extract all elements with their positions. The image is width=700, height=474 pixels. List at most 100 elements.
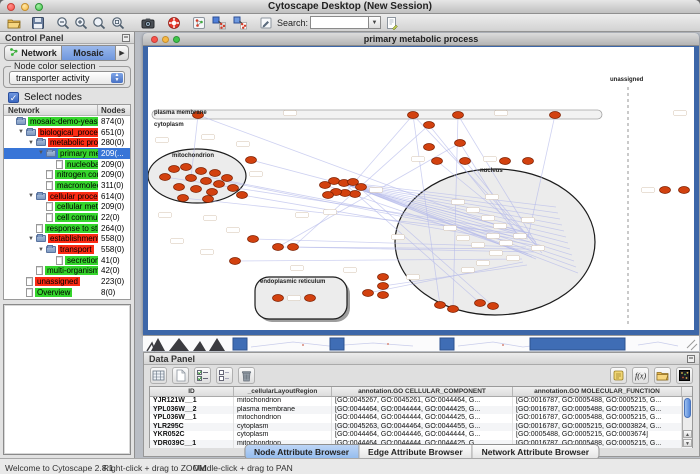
table-cell[interactable]: YDR039C__1 <box>150 440 234 449</box>
scroll-down-icon[interactable]: ▼ <box>683 439 692 447</box>
table-cell[interactable]: mitochondrion <box>234 414 332 423</box>
node-color-combo[interactable]: transporter activity ▲▼ <box>9 71 125 85</box>
more-tabs-arrow-icon[interactable]: ▶ <box>116 45 129 61</box>
column-header-region[interactable]: _cellularLayoutRegion <box>234 387 332 396</box>
network-node[interactable] <box>230 258 241 265</box>
network-node[interactable] <box>181 164 192 171</box>
select-attributes-icon[interactable] <box>194 367 211 384</box>
table-cell[interactable]: [GO:0045263, GO:0044464, GO:0044455, G..… <box>332 423 513 432</box>
table-cell[interactable]: YKR052C <box>150 431 234 440</box>
tab-network[interactable]: Network <box>4 45 62 61</box>
network-node[interactable] <box>201 178 212 185</box>
network-node[interactable] <box>453 112 464 119</box>
table-cell[interactable]: [GO:0016787, GO:0005215, GO:0003824, G..… <box>513 423 682 432</box>
network-node[interactable] <box>246 157 257 164</box>
tree-row[interactable]: secretion41(0) <box>4 255 130 266</box>
background-windows-strip[interactable] <box>143 335 699 351</box>
network-node[interactable] <box>550 112 561 119</box>
network-node[interactable] <box>214 181 225 188</box>
attribute-table-row[interactable]: YPL036W__2plasma membrane[GO:0044464, GO… <box>150 406 692 415</box>
tree-row[interactable]: mosaic-demo-yeast874(0) <box>4 116 130 127</box>
unselect-attributes-icon[interactable] <box>216 367 233 384</box>
tree-row[interactable]: ▼primary metabo209(... <box>4 148 130 159</box>
network-node[interactable] <box>222 175 233 182</box>
tree-row[interactable]: Overview8(0) <box>4 287 130 298</box>
column-header-id[interactable]: ID <box>150 387 234 396</box>
network-node[interactable] <box>500 158 511 165</box>
network-node[interactable] <box>378 292 389 299</box>
import-attributes-icon[interactable] <box>654 367 671 384</box>
zoom-fit-icon[interactable] <box>91 15 107 31</box>
tab-edge-attribute-browser[interactable]: Edge Attribute Browser <box>359 445 473 459</box>
table-cell[interactable]: [GO:0044464, GO:0044444, GO:0044425, G..… <box>332 406 513 415</box>
snapshot-camera-icon[interactable] <box>140 15 156 31</box>
column-header-cellular-component[interactable]: annotation.GO CELLULAR_COMPONENT <box>332 387 513 396</box>
expand-arrow-icon[interactable]: ▼ <box>38 149 46 157</box>
tree-row[interactable]: ▼biological_process651(0) <box>4 127 130 138</box>
network-node[interactable] <box>424 122 435 129</box>
zoom-out-icon[interactable] <box>55 15 71 31</box>
network-node[interactable] <box>475 300 486 307</box>
network-node[interactable] <box>191 186 202 193</box>
table-cell[interactable]: YJR121W__1 <box>150 397 234 406</box>
tree-row[interactable]: cell communicat22(0) <box>4 212 130 223</box>
tree-row[interactable]: response to stimul264(0) <box>4 223 130 234</box>
table-cell[interactable]: [GO:0044464, GO:0044446, GO:0044444, G..… <box>332 431 513 440</box>
help-lifebuoy-icon[interactable] <box>166 15 182 31</box>
formula-builder-icon[interactable]: f(x) <box>632 367 649 384</box>
expand-arrow-icon[interactable]: ▼ <box>38 246 46 254</box>
table-cell[interactable]: mitochondrion <box>234 397 332 406</box>
zoom-selected-icon[interactable] <box>110 15 126 31</box>
network-node[interactable] <box>273 295 284 302</box>
table-cell[interactable]: [GO:0044464, GO:0044444, GO:0044425, G..… <box>332 414 513 423</box>
attribute-table-header[interactable]: ID _cellularLayoutRegion annotation.GO C… <box>150 387 692 397</box>
scroll-up-icon[interactable]: ▲ <box>683 430 692 438</box>
table-cell[interactable]: plasma membrane <box>234 406 332 415</box>
network-window-titlebar[interactable]: primary metabolic process <box>143 33 699 46</box>
network-node[interactable] <box>288 244 299 251</box>
attribute-table-row[interactable]: YPL036W__1mitochondrion[GO:0044464, GO:0… <box>150 414 692 423</box>
tree-row[interactable]: ▼cellular process614(0) <box>4 191 130 202</box>
network-node[interactable] <box>237 192 248 199</box>
tree-row[interactable]: ▼establishment of lo558(0) <box>4 234 130 245</box>
float-panel-icon[interactable] <box>122 34 130 42</box>
network-node[interactable] <box>363 290 374 297</box>
table-cell[interactable]: [GO:0016787, GO:0005488, GO:0005215, G..… <box>513 414 682 423</box>
birdseye-view[interactable] <box>3 304 131 455</box>
table-cell[interactable]: YPL036W__1 <box>150 414 234 423</box>
network-node[interactable] <box>305 295 316 302</box>
new-attribute-icon[interactable] <box>172 367 189 384</box>
network-node[interactable] <box>424 144 435 151</box>
annotation-icon[interactable] <box>258 15 274 31</box>
attribute-table-icon[interactable] <box>150 367 167 384</box>
network-node[interactable] <box>329 178 340 185</box>
label-icon[interactable] <box>610 367 627 384</box>
network-node[interactable] <box>660 187 671 194</box>
tree-row[interactable]: nucleobase-209(0) <box>4 159 130 170</box>
tab-mosaic[interactable]: Mosaic <box>62 45 116 61</box>
expand-arrow-icon[interactable]: ▼ <box>28 235 36 243</box>
network-node[interactable] <box>435 302 446 309</box>
tree-row[interactable]: ▼metabolic process280(0) <box>4 137 130 148</box>
delete-attribute-icon[interactable] <box>238 367 255 384</box>
network-node[interactable] <box>210 170 221 177</box>
tree-row[interactable]: cellular metabol209(0) <box>4 202 130 213</box>
network-node[interactable] <box>679 187 690 194</box>
attribute-table-row[interactable]: YJR121W__1mitochondrion[GO:0045267, GO:0… <box>150 397 692 406</box>
open-folder-icon[interactable] <box>6 15 22 31</box>
tab-network-attribute-browser[interactable]: Network Attribute Browser <box>473 445 598 459</box>
network-node[interactable] <box>408 112 419 119</box>
table-cell[interactable]: [GO:0016787, GO:0005488, GO:0005215, G..… <box>513 406 682 415</box>
apply-style-icon[interactable] <box>232 15 248 31</box>
network-node[interactable] <box>207 189 218 196</box>
table-scrollbar[interactable]: ▲ ▼ <box>682 397 692 447</box>
tree-row[interactable]: unassigned223(0) <box>4 276 130 287</box>
network-node[interactable] <box>378 274 389 281</box>
search-dropdown-button[interactable]: ▼ <box>368 16 381 29</box>
network-node[interactable] <box>356 184 367 191</box>
apply-layout-icon[interactable] <box>211 15 227 31</box>
float-panel-icon[interactable] <box>687 355 695 363</box>
network-node[interactable] <box>350 191 361 198</box>
tree-row[interactable]: ▼transport558(0) <box>4 244 130 255</box>
search-options-icon[interactable] <box>384 15 400 31</box>
